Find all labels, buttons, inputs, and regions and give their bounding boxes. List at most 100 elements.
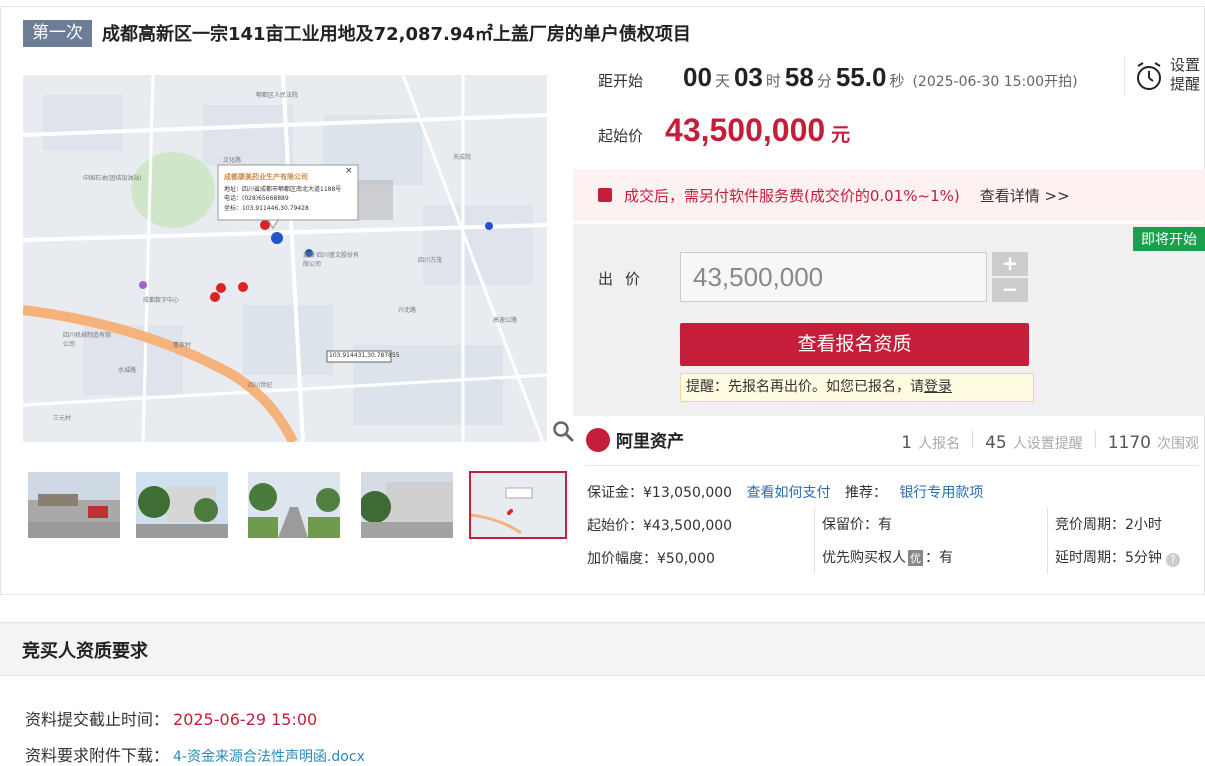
stat-divider bbox=[1094, 430, 1096, 448]
deadline-row: 资料提交截止时间： 2025-06-29 15:00 bbox=[25, 706, 317, 730]
thumbnail-1[interactable] bbox=[28, 472, 120, 538]
increase-bid-button[interactable]: + bbox=[992, 252, 1028, 276]
bid-panel: 即将开始 出价 43,500,000 + − 查看报名资质 提醒：先报名再出价。… bbox=[573, 224, 1205, 416]
deadline-label: 资料提交截止时间： bbox=[25, 710, 170, 729]
countdown-hours: 03 bbox=[733, 62, 763, 92]
map-label: 兴北路 bbox=[398, 307, 417, 314]
recommend-label: 推荐： bbox=[844, 485, 887, 501]
item-title: 成都高新区一宗141亩工业用地及72,087.94㎡上盖厂房的单户债权项目 bbox=[102, 24, 691, 45]
attachment-row: 资料要求附件下载： 4-资金来源合法性声明函.docx bbox=[25, 742, 365, 766]
priority-value: ：有 bbox=[925, 550, 953, 566]
detail-reserve-price: 保留价：有 bbox=[822, 517, 892, 533]
login-notice: 提醒：先报名再出价。如您已报名，请登录 bbox=[680, 373, 1034, 402]
countdown-seconds-unit: 秒 bbox=[889, 72, 905, 90]
fee-notice-text: 成交后，需另付软件服务费(成交价的0.01%~1%) bbox=[624, 186, 960, 205]
map-popup-address: 地址：四川省成都市郫都区南北大道1188号 bbox=[224, 186, 342, 193]
map-coordinate-label: 103.914431,30.787855 bbox=[329, 352, 400, 359]
countdown-minutes: 58 bbox=[784, 62, 814, 92]
stats-bar: 1 人报名 45 人设置提醒 1170 次围观 bbox=[901, 430, 1199, 453]
map-popup-close-icon[interactable]: × bbox=[345, 166, 353, 176]
detail-delay-cycle: 延时周期：5分钟? bbox=[1055, 547, 1180, 567]
priority-info-icon[interactable]: 优 bbox=[908, 550, 923, 566]
signup-unit: 人报名 bbox=[918, 436, 961, 452]
set-reminder-button[interactable]: 设置 提醒 bbox=[1124, 56, 1205, 96]
bid-amount-input[interactable]: 43,500,000 bbox=[680, 252, 987, 302]
map-popup-coord: 坐标：103.911446,30.79428 bbox=[224, 205, 309, 212]
fee-notice: 成交后，需另付软件服务费(成交价的0.01%~1%) 查看详情 >> bbox=[573, 169, 1205, 221]
view-count: 1170 bbox=[1107, 433, 1151, 453]
map-label: 三元村 bbox=[53, 415, 72, 422]
signup-count: 1 bbox=[901, 433, 913, 453]
alarm-clock-icon bbox=[1137, 62, 1161, 90]
countdown: 距开始 00 天 03 时 58 分 55.0 秒 (2025-06-30 15… bbox=[598, 62, 1078, 93]
bid-label: 出价 bbox=[598, 270, 653, 288]
round-tag: 第一次 bbox=[23, 19, 92, 47]
how-to-pay-link[interactable]: 查看如何支付 bbox=[747, 485, 831, 501]
thumbnail-3[interactable] bbox=[248, 472, 340, 538]
map-label: 四川方茂 bbox=[418, 257, 443, 264]
view-qualification-button[interactable]: 查看报名资质 bbox=[680, 323, 1029, 366]
map-label: 文化路 bbox=[223, 157, 242, 164]
reminder-line1: 设置 bbox=[1170, 56, 1201, 74]
status-badge: 即将开始 bbox=[1133, 227, 1205, 251]
decrease-bid-button[interactable]: − bbox=[992, 278, 1028, 302]
fee-details-link[interactable]: 查看详情 >> bbox=[980, 185, 1070, 206]
thumbnail-5-map[interactable] bbox=[469, 471, 567, 539]
countdown-days: 00 bbox=[683, 62, 712, 92]
ali-assets-logo[interactable]: 阿里资产 bbox=[586, 427, 684, 452]
countdown-seconds: 55.0 bbox=[835, 62, 887, 92]
zoom-magnifier-icon[interactable] bbox=[552, 420, 574, 442]
map-label: 四川世纪 bbox=[248, 382, 273, 389]
start-price-label: 起始价 bbox=[598, 127, 644, 145]
reminder-count: 45 bbox=[985, 433, 1007, 453]
attachment-link[interactable]: 4-资金来源合法性声明函.docx bbox=[173, 749, 365, 765]
platform-name: 阿里资产 bbox=[616, 432, 684, 452]
deposit-value: 保证金：¥13,050,000 bbox=[587, 485, 733, 501]
fee-gift-icon bbox=[598, 188, 612, 202]
map-popup-phone: 电话：(028)65668889 bbox=[224, 195, 289, 202]
map-label: 水城路 bbox=[118, 367, 137, 374]
location-map[interactable]: 成都康美药业生产有限公司 地址：四川省成都市郫都区南北大道1188号 电话：(0… bbox=[23, 75, 547, 442]
deposit-row: 保证金：¥13,050,000 查看如何支付 推荐： 银行专用款项 bbox=[587, 482, 983, 502]
bank-payment-link[interactable]: 银行专用款项 bbox=[899, 485, 983, 501]
map-label: 曹家村 bbox=[173, 342, 192, 349]
map-popup-company: 成都康美药业生产有限公司 bbox=[224, 173, 308, 181]
title-row: 第一次 成都高新区一宗141亩工业用地及72,087.94㎡上盖厂房的单户债权项… bbox=[23, 19, 691, 47]
column-divider bbox=[1047, 508, 1048, 574]
login-link[interactable]: 登录 bbox=[924, 379, 952, 395]
stats-divider bbox=[585, 465, 1199, 466]
map-label: 高速公路 bbox=[493, 317, 518, 324]
reminder-line2: 提醒 bbox=[1170, 75, 1201, 93]
map-label: 鑫豪·四川盛文股份有限公司 bbox=[303, 252, 359, 268]
attachment-label: 资料要求附件下载： bbox=[25, 746, 170, 765]
detail-start-price: 起始价：¥43,500,000 bbox=[587, 518, 733, 534]
reminder-label: 设置 提醒 bbox=[1170, 56, 1200, 94]
thumbnail-4[interactable] bbox=[361, 472, 453, 538]
delay-text: 延时周期：5分钟 bbox=[1055, 550, 1162, 566]
start-price-unit: 元 bbox=[831, 124, 851, 146]
view-unit: 次围观 bbox=[1157, 436, 1199, 452]
countdown-hours-unit: 时 bbox=[765, 72, 781, 90]
stat-divider bbox=[972, 430, 974, 448]
deadline-value: 2025-06-29 15:00 bbox=[173, 710, 318, 729]
map-label: 四川机械制造有限公司 bbox=[63, 332, 112, 348]
thumbnail-2[interactable] bbox=[136, 472, 228, 538]
reminder-unit: 人设置提醒 bbox=[1012, 436, 1083, 452]
start-price-row: 起始价 43,500,000 元 bbox=[598, 112, 850, 149]
section-title: 竞买人资质要求 bbox=[22, 641, 148, 662]
detail-increment: 加价幅度：¥50,000 bbox=[587, 551, 715, 567]
help-icon[interactable]: ? bbox=[1165, 553, 1180, 567]
priority-label: 优先购买权人 bbox=[822, 550, 906, 566]
countdown-label: 距开始 bbox=[598, 72, 644, 90]
countdown-days-unit: 天 bbox=[714, 72, 730, 90]
ali-logo-icon bbox=[586, 427, 610, 452]
detail-bid-cycle: 竞价周期：2小时 bbox=[1055, 517, 1162, 533]
countdown-minutes-unit: 分 bbox=[816, 72, 832, 90]
countdown-start-time: (2025-06-30 15:00开拍) bbox=[912, 74, 1078, 90]
map-label: 天成院 bbox=[453, 154, 472, 161]
bidder-requirements-header: 竞买人资质要求 bbox=[0, 622, 1205, 676]
map-label: 中国石油(团结加油站) bbox=[83, 175, 142, 182]
column-divider bbox=[814, 508, 815, 574]
start-price-value: 43,500,000 bbox=[665, 112, 826, 148]
map-label: 郫都区人民法院 bbox=[256, 92, 299, 99]
